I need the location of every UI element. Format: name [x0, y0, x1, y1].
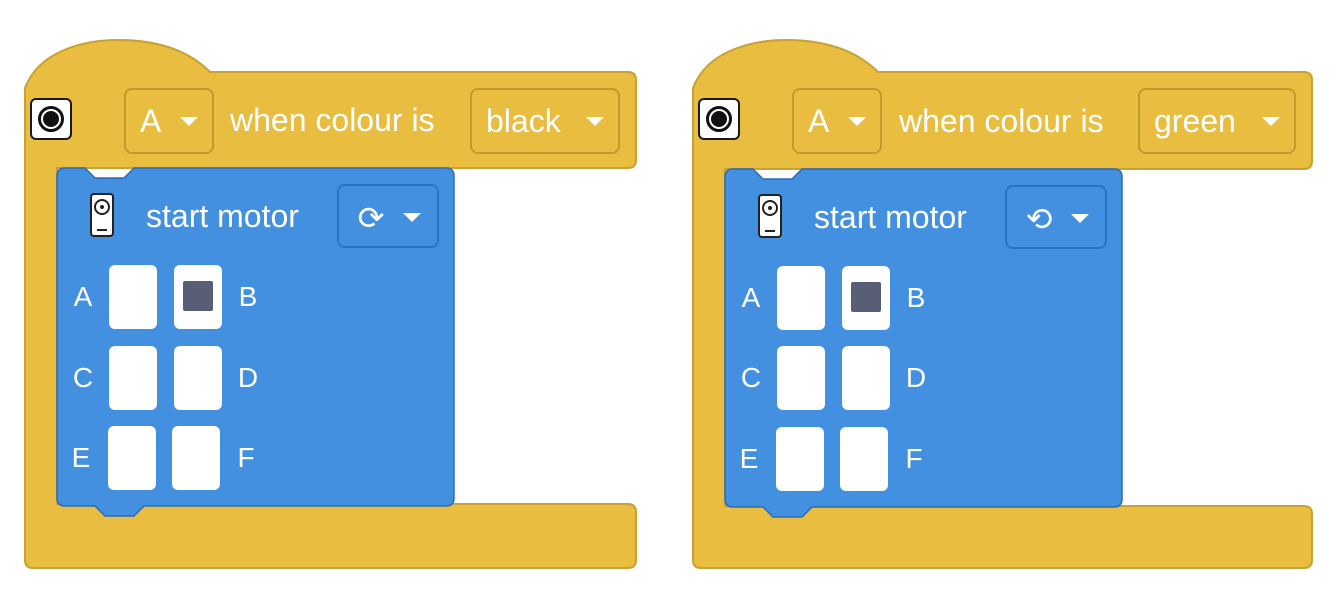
port-box-a[interactable] — [109, 265, 157, 329]
port-box-f[interactable] — [172, 426, 220, 490]
chevron-down-icon — [848, 117, 866, 126]
port-box-c[interactable] — [777, 346, 825, 410]
direction-dropdown[interactable]: ⟳ — [337, 184, 439, 248]
port-letter-f: F — [905, 443, 923, 474]
port-letter-d: D — [905, 362, 927, 393]
block-group-2[interactable]: A when colour is green start motor ⟲ A B… — [668, 0, 1313, 598]
port-letter-f: F — [237, 442, 255, 473]
port-letter-e: E — [71, 442, 91, 473]
port-value: A — [140, 103, 162, 139]
port-letter-e: E — [739, 443, 759, 474]
port-dropdown[interactable]: A — [124, 88, 214, 154]
port-dropdown[interactable]: A — [792, 88, 882, 154]
port-box-a[interactable] — [777, 266, 825, 330]
colour-value: green — [1154, 103, 1236, 139]
port-box-b[interactable] — [174, 265, 222, 329]
stack-label: start motor — [814, 199, 967, 235]
port-box-e[interactable] — [776, 427, 824, 491]
counterclockwise-icon: ⟲ — [1025, 200, 1053, 238]
port-value: A — [808, 103, 830, 139]
direction-dropdown[interactable]: ⟲ — [1005, 185, 1107, 249]
chevron-down-icon — [180, 117, 198, 126]
port-box-b[interactable] — [842, 266, 890, 330]
chevron-down-icon — [1071, 214, 1089, 223]
hat-label: when colour is — [230, 102, 435, 138]
colour-value: black — [486, 103, 561, 139]
port-box-d[interactable] — [174, 346, 222, 410]
port-letter-c: C — [72, 362, 94, 393]
port-letter-c: C — [740, 362, 762, 393]
color-sensor-icon — [30, 98, 72, 140]
motor-icon — [90, 193, 114, 237]
port-letter-b: B — [906, 282, 926, 313]
motor-icon — [758, 194, 782, 238]
stack-label: start motor — [146, 198, 299, 234]
port-box-f[interactable] — [840, 427, 888, 491]
hat-label: when colour is — [899, 103, 1104, 139]
colour-dropdown[interactable]: green — [1138, 88, 1296, 154]
port-box-c[interactable] — [109, 346, 157, 410]
port-box-e[interactable] — [108, 426, 156, 490]
chevron-down-icon — [586, 117, 604, 126]
block-group-1[interactable]: A when colour is black start motor ⟳ A B… — [0, 0, 640, 598]
port-letter-d: D — [237, 362, 259, 393]
selected-port-marker — [183, 281, 213, 311]
port-letter-a: A — [741, 282, 761, 313]
colour-dropdown[interactable]: black — [470, 88, 620, 154]
color-sensor-icon — [698, 98, 740, 140]
port-letter-a: A — [73, 281, 93, 312]
clockwise-icon: ⟳ — [357, 199, 385, 237]
selected-port-marker — [851, 282, 881, 312]
chevron-down-icon — [403, 213, 421, 222]
port-box-d[interactable] — [842, 346, 890, 410]
chevron-down-icon — [1262, 117, 1280, 126]
port-letter-b: B — [238, 281, 258, 312]
